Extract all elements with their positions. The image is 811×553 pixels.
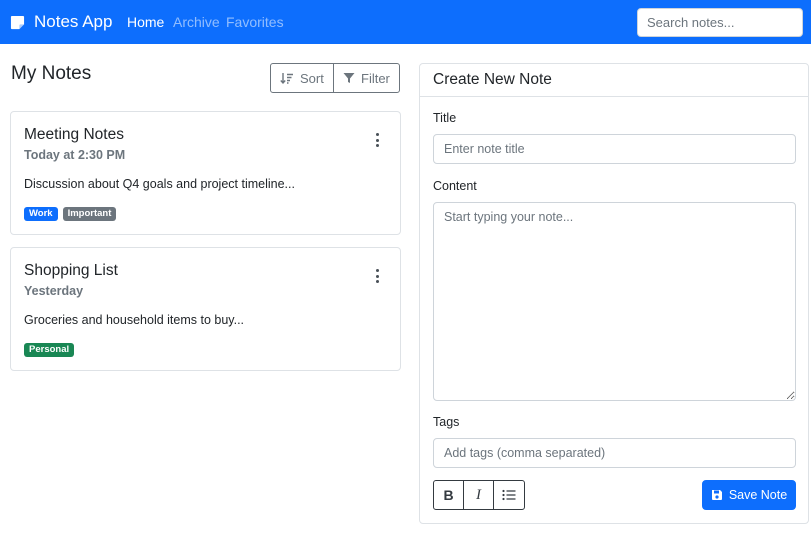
list-button[interactable] xyxy=(493,480,525,510)
tag-badge-personal: Personal xyxy=(24,343,75,357)
tag-badge-work: Work xyxy=(24,207,58,221)
note-title: Shopping List xyxy=(24,262,118,279)
more-options-icon[interactable] xyxy=(372,133,382,147)
filter-label: Filter xyxy=(361,70,390,86)
sort-filter-group: Sort Filter xyxy=(270,63,400,93)
brand-label: Notes App xyxy=(34,12,113,31)
note-tags: Work Important xyxy=(24,207,117,221)
note-card[interactable]: Meeting Notes Today at 2:30 PM Discussio… xyxy=(10,111,401,235)
note-title: Meeting Notes xyxy=(24,126,124,143)
brand[interactable]: Notes App xyxy=(10,0,112,44)
filter-button[interactable]: Filter xyxy=(333,63,400,93)
bold-button[interactable]: B xyxy=(433,480,464,510)
italic-button[interactable]: I xyxy=(463,480,494,510)
sticky-note-icon xyxy=(10,15,25,30)
note-timestamp: Today at 2:30 PM xyxy=(24,148,126,162)
more-options-icon[interactable] xyxy=(372,269,382,283)
nav-link-home[interactable]: Home xyxy=(127,0,164,44)
list-icon xyxy=(502,489,516,501)
note-description: Discussion about Q4 goals and project ti… xyxy=(24,177,295,191)
filter-icon xyxy=(343,73,355,83)
save-icon xyxy=(711,490,722,500)
sort-button[interactable]: Sort xyxy=(270,63,334,93)
create-note-form: Create New Note Title Content Tags B I S… xyxy=(419,63,809,524)
nav-link-archive[interactable]: Archive xyxy=(173,0,220,44)
italic-icon: I xyxy=(476,486,481,503)
note-tags: Personal xyxy=(24,343,75,357)
sort-label: Sort xyxy=(300,70,324,86)
tags-input[interactable] xyxy=(433,438,796,468)
form-header: Create New Note xyxy=(420,64,808,97)
nav-link-favorites[interactable]: Favorites xyxy=(226,0,284,44)
content-textarea[interactable] xyxy=(433,202,796,401)
navbar: Notes App Home Archive Favorites xyxy=(0,0,811,44)
note-timestamp: Yesterday xyxy=(24,284,84,298)
save-label: Save Note xyxy=(728,488,788,502)
save-note-button[interactable]: Save Note xyxy=(702,480,796,510)
search-input[interactable] xyxy=(637,8,803,37)
tag-badge-important: Important xyxy=(62,207,117,221)
title-label: Title xyxy=(433,111,457,125)
note-card[interactable]: Shopping List Yesterday Groceries and ho… xyxy=(10,247,401,371)
page-title: My Notes xyxy=(11,63,92,84)
content-label: Content xyxy=(433,179,477,193)
sort-icon xyxy=(280,72,293,84)
note-description: Groceries and household items to buy... xyxy=(24,313,245,327)
title-input[interactable] xyxy=(433,134,796,164)
bold-icon: B xyxy=(443,487,454,503)
form-title: Create New Note xyxy=(433,71,552,88)
format-toolbar: B I xyxy=(433,480,525,510)
tags-label: Tags xyxy=(433,415,460,429)
